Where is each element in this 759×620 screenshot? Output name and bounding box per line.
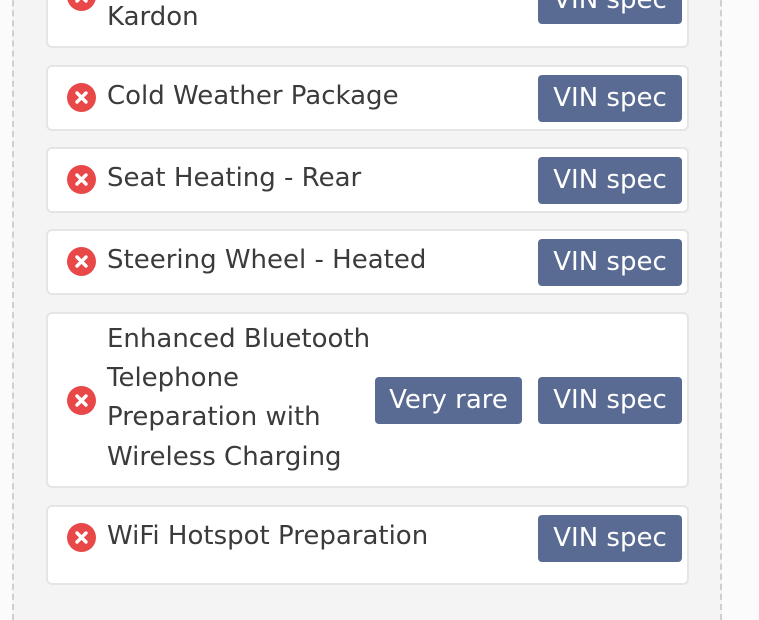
x-circle-icon	[67, 386, 96, 415]
feature-label: Seat Heating - Rear	[107, 163, 362, 193]
x-circle-icon	[67, 83, 96, 112]
feature-card: Kardon VIN spec	[46, 0, 689, 48]
feature-label-line: Preparation with	[107, 402, 321, 432]
very-rare-badge[interactable]: Very rare	[375, 377, 522, 424]
feature-card: Cold Weather Package VIN spec	[46, 65, 689, 131]
feature-card: Enhanced Bluetooth Telephone Preparation…	[46, 312, 689, 488]
feature-card: Steering Wheel - Heated VIN spec	[46, 229, 689, 295]
feature-card: WiFi Hotspot Preparation VIN spec	[46, 505, 689, 585]
x-circle-icon	[67, 523, 96, 552]
feature-label: Steering Wheel - Heated	[107, 245, 427, 275]
feature-label: WiFi Hotspot Preparation	[107, 521, 429, 551]
feature-label: Kardon	[107, 2, 199, 32]
feature-label-line: Wireless Charging	[107, 442, 342, 472]
feature-label-line: Telephone	[107, 363, 240, 393]
vin-spec-badge[interactable]: VIN spec	[538, 377, 682, 424]
x-circle-icon	[67, 165, 96, 194]
vin-spec-badge[interactable]: VIN spec	[538, 75, 682, 122]
feature-card: Seat Heating - Rear VIN spec	[46, 147, 689, 213]
vin-spec-badge[interactable]: VIN spec	[538, 239, 682, 286]
x-circle-icon	[67, 0, 96, 11]
vin-spec-badge[interactable]: VIN spec	[538, 157, 682, 204]
feature-label-line: Enhanced Bluetooth	[107, 324, 371, 354]
vin-spec-badge[interactable]: VIN spec	[538, 0, 682, 24]
feature-label: Cold Weather Package	[107, 81, 399, 111]
x-circle-icon	[67, 247, 96, 276]
vin-spec-badge[interactable]: VIN spec	[538, 515, 682, 562]
